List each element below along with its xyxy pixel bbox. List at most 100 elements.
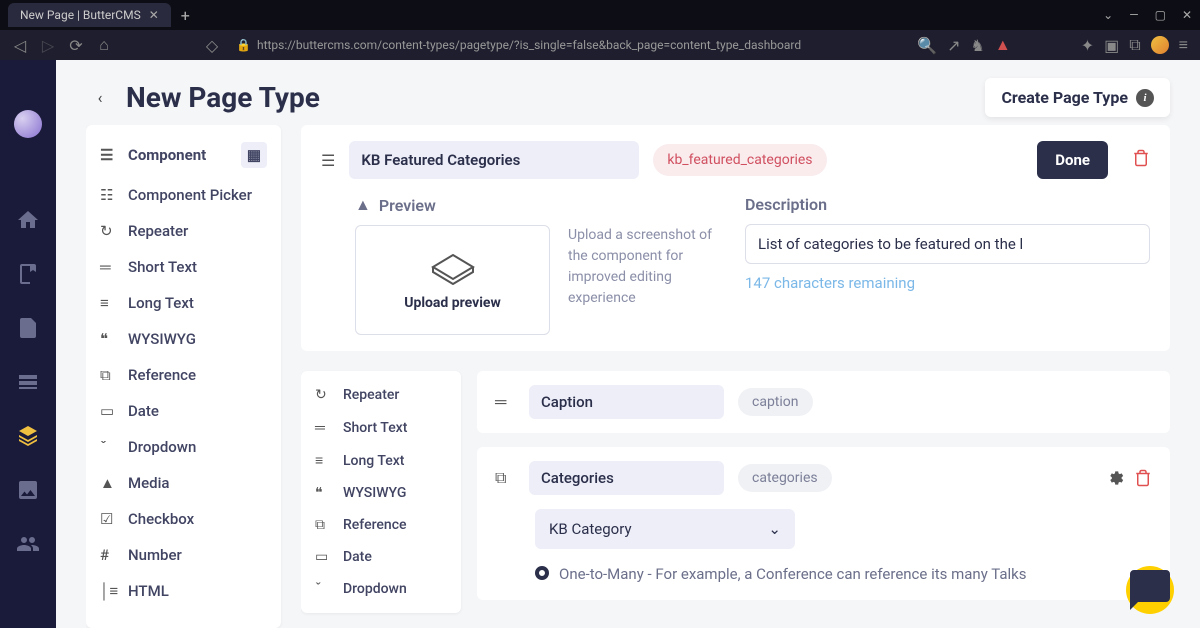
- description-label: Description: [745, 195, 1150, 214]
- palette-repeater[interactable]: ↻Repeater: [86, 213, 281, 249]
- image-icon: ▲: [100, 474, 118, 492]
- rail-content-types-icon[interactable]: [16, 424, 40, 448]
- maximize-icon[interactable]: ▢: [1155, 8, 1166, 22]
- palette-media[interactable]: ▲Media: [86, 465, 281, 501]
- share-icon[interactable]: ↗: [947, 36, 960, 55]
- rail-blog-icon[interactable]: [16, 262, 40, 286]
- back-icon[interactable]: ◁: [12, 37, 28, 53]
- short-text-icon: ═: [315, 419, 333, 436]
- picker-icon: ☷: [100, 186, 118, 204]
- panel-icon[interactable]: ▣: [1104, 36, 1119, 55]
- field-categories: ⧉ categories KB Category ⌄: [477, 447, 1170, 600]
- chevron-down-icon[interactable]: ⌄: [1103, 8, 1113, 22]
- avatar[interactable]: [1151, 36, 1169, 54]
- browser-tab[interactable]: New Page | ButterCMS ✕: [8, 3, 171, 27]
- page-title: New Page Type: [126, 81, 320, 114]
- palette-date[interactable]: ▭Date: [86, 393, 281, 429]
- back-button[interactable]: ‹: [86, 84, 114, 112]
- url-text: https://buttercms.com/content-types/page…: [257, 38, 801, 52]
- long-text-icon: ≡: [315, 452, 333, 469]
- link-icon: ⧉: [495, 468, 515, 488]
- upload-help-text: Upload a screenshot of the component for…: [568, 225, 723, 335]
- shield-icon[interactable]: ♞: [971, 36, 985, 55]
- close-icon[interactable]: ✕: [149, 8, 159, 22]
- nested-long-text[interactable]: ≡Long Text: [301, 444, 461, 477]
- app-logo[interactable]: [14, 110, 42, 138]
- description-input[interactable]: [745, 224, 1150, 264]
- rail-home-icon[interactable]: [16, 208, 40, 232]
- reference-type-select[interactable]: KB Category ⌄: [535, 509, 795, 549]
- radio-label: One-to-Many - For example, a Conference …: [559, 563, 1027, 586]
- menu-icon[interactable]: ≡: [1179, 35, 1188, 55]
- nested-date[interactable]: ▭Date: [301, 541, 461, 573]
- radio-selected-icon: [535, 566, 549, 580]
- rail-collections-icon[interactable]: [16, 370, 40, 394]
- rail-users-icon[interactable]: [16, 532, 40, 556]
- nested-field-palette: ↻Repeater ═Short Text ≡Long Text ❝WYSIWY…: [301, 371, 461, 613]
- relation-radio[interactable]: One-to-Many - For example, a Conference …: [535, 563, 1152, 586]
- repeat-icon: ↻: [315, 387, 333, 403]
- code-icon: │≡: [100, 582, 118, 600]
- bookmark-icon[interactable]: ◇: [204, 37, 220, 53]
- tab-title: New Page | ButterCMS: [20, 8, 141, 22]
- minimize-icon[interactable]: —: [1129, 8, 1138, 22]
- restore-icon[interactable]: ⧉: [1129, 35, 1140, 55]
- palette-dropdown[interactable]: ˇDropdown: [86, 429, 281, 465]
- url-field[interactable]: 🔒 https://buttercms.com/content-types/pa…: [232, 38, 905, 52]
- link-icon: ⧉: [100, 366, 118, 384]
- field-palette: ☰Component ▦ ☷Component Picker ↻Repeater…: [86, 125, 281, 628]
- palette-number[interactable]: #Number: [86, 537, 281, 573]
- rail-pages-icon[interactable]: [16, 316, 40, 340]
- nested-repeater[interactable]: ↻Repeater: [301, 379, 461, 411]
- field-caption: ═ caption: [477, 371, 1170, 433]
- create-page-type-button[interactable]: Create Page Type i: [985, 78, 1170, 117]
- nested-dropdown[interactable]: ˇDropdown: [301, 573, 461, 605]
- field-name-input[interactable]: [529, 461, 724, 495]
- quote-icon: ❝: [100, 330, 118, 348]
- palette-wysiwyg[interactable]: ❝WYSIWYG: [86, 321, 281, 357]
- lock-icon: 🔒: [236, 38, 251, 52]
- info-icon: i: [1136, 89, 1154, 107]
- component-slug: kb_featured_categories: [653, 144, 826, 176]
- char-count: 147 characters remaining: [745, 274, 1150, 292]
- intercom-button[interactable]: [1126, 566, 1174, 614]
- add-tab-icon[interactable]: +: [181, 6, 190, 25]
- repeat-icon: ↻: [100, 222, 118, 240]
- close-window-icon[interactable]: ✕: [1182, 8, 1192, 22]
- home-icon[interactable]: ⌂: [96, 37, 112, 53]
- palette-html[interactable]: │≡HTML: [86, 573, 281, 609]
- palette-component[interactable]: ☰Component ▦: [86, 133, 281, 177]
- palette-reference[interactable]: ⧉Reference: [86, 357, 281, 393]
- editor-area: ☰ kb_featured_categories Done ▲Preview: [301, 125, 1170, 628]
- palette-component-picker[interactable]: ☷Component Picker: [86, 177, 281, 213]
- warning-icon[interactable]: ▲: [995, 35, 1011, 55]
- calendar-icon: ▭: [100, 402, 118, 420]
- upload-preview-box[interactable]: Upload preview: [355, 225, 550, 335]
- palette-checkbox[interactable]: ☑Checkbox: [86, 501, 281, 537]
- trash-icon[interactable]: [1134, 467, 1152, 489]
- extension-icon[interactable]: ✦: [1081, 36, 1094, 55]
- image-icon: ▲: [355, 195, 371, 215]
- component-name-input[interactable]: [349, 141, 639, 179]
- nested-reference[interactable]: ⧉Reference: [301, 509, 461, 541]
- zoom-icon[interactable]: 🔍: [917, 36, 937, 55]
- library-icon[interactable]: ▦: [241, 142, 267, 168]
- field-slug: caption: [738, 388, 813, 416]
- nested-short-text[interactable]: ═Short Text: [301, 411, 461, 444]
- field-name-input[interactable]: [529, 385, 724, 419]
- link-icon: ⧉: [315, 517, 333, 533]
- reload-icon[interactable]: ⟳: [68, 37, 84, 53]
- rail-media-icon[interactable]: [16, 478, 40, 502]
- trash-icon[interactable]: [1132, 149, 1150, 171]
- upload-text: Upload preview: [404, 295, 501, 311]
- palette-short-text[interactable]: ═Short Text: [86, 249, 281, 285]
- gear-icon[interactable]: [1106, 467, 1124, 489]
- nested-wysiwyg[interactable]: ❝WYSIWYG: [301, 477, 461, 509]
- checkbox-icon: ☑: [100, 510, 118, 528]
- layers-icon: ☰: [100, 146, 118, 164]
- hash-icon: #: [100, 546, 118, 564]
- component-card: ☰ kb_featured_categories Done ▲Preview: [301, 125, 1170, 351]
- chevron-down-icon: ˇ: [100, 438, 118, 456]
- palette-long-text[interactable]: ≡Long Text: [86, 285, 281, 321]
- done-button[interactable]: Done: [1037, 141, 1108, 179]
